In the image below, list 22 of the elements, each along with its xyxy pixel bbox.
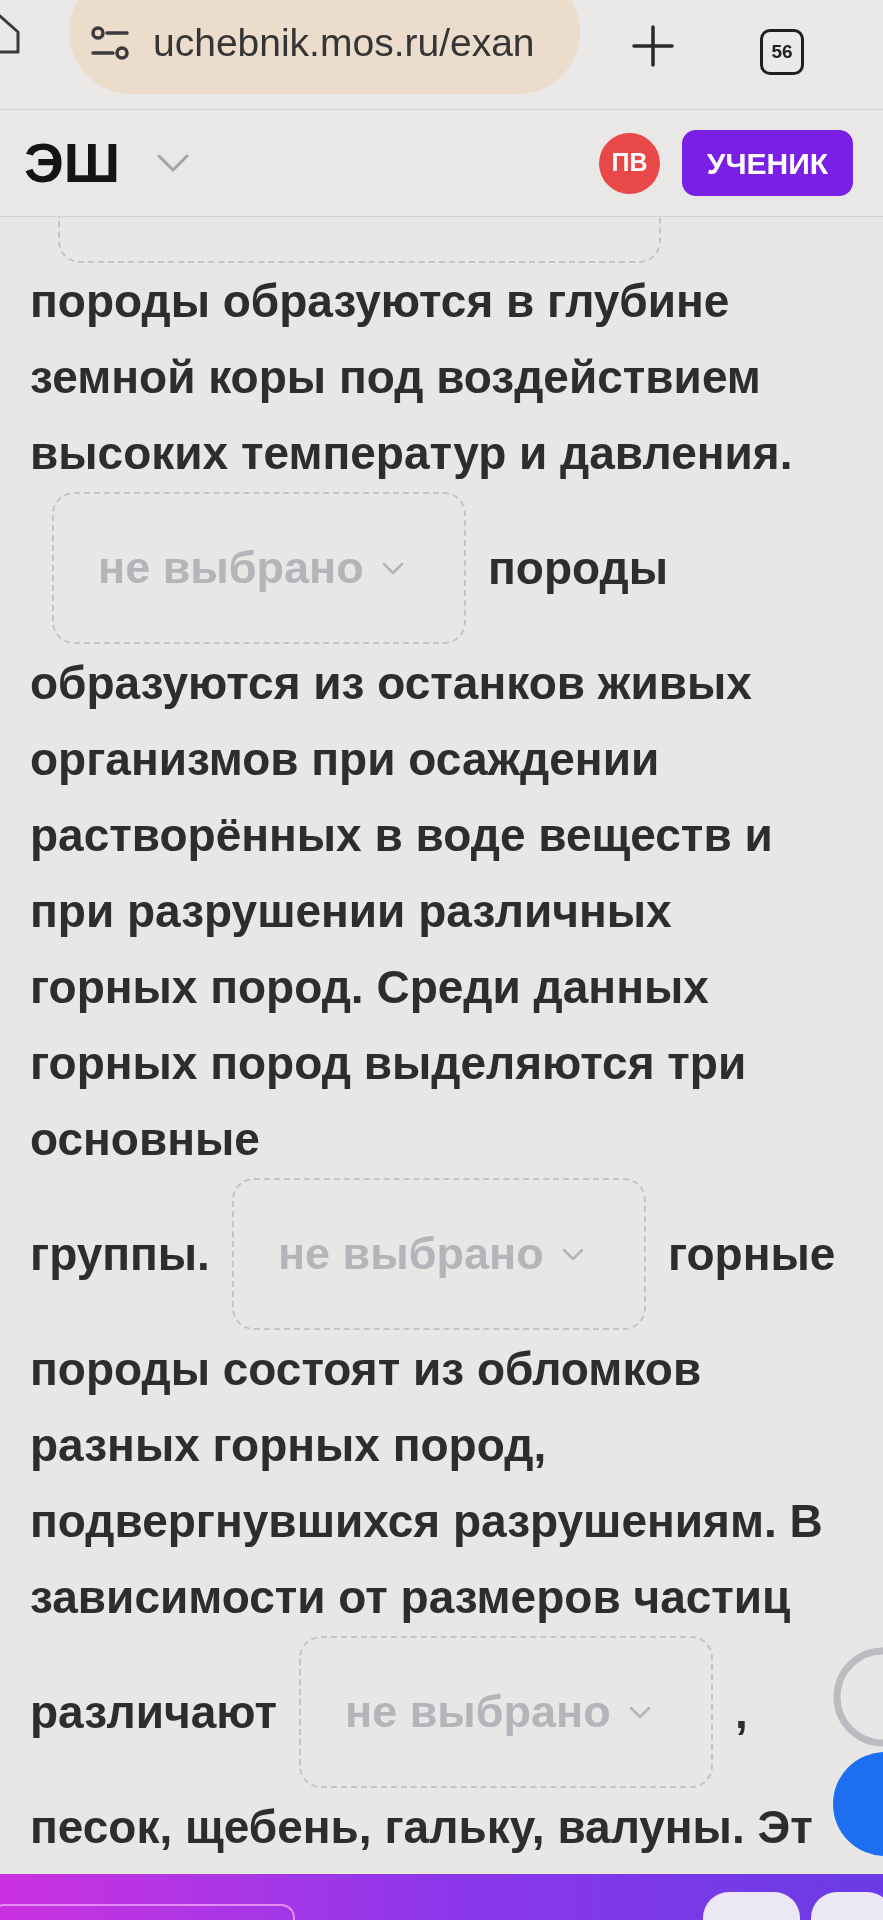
tab-count-button[interactable]: 56	[760, 29, 804, 75]
chevron-down-icon	[628, 1705, 651, 1719]
passage-text: горные	[667, 1226, 836, 1282]
passage-text: ,	[734, 1684, 748, 1740]
logo-text[interactable]: ЭШ	[24, 135, 121, 191]
dropdown-field[interactable]	[58, 217, 661, 263]
passage-text: песок, щебень, гальку, валуны. Эт	[30, 1800, 814, 1855]
passage-text: различают	[30, 1684, 277, 1740]
chevron-down-icon	[381, 561, 404, 575]
passage-text: группы.	[30, 1226, 210, 1282]
site-settings-icon[interactable]	[89, 26, 131, 60]
address-bar[interactable]: uchebnik.mos.ru/exan	[69, 0, 580, 94]
nav-button[interactable]	[811, 1892, 883, 1920]
passage-text: породы	[488, 540, 668, 596]
chevron-down-icon	[561, 1247, 584, 1261]
nav-button[interactable]	[703, 1892, 800, 1920]
passage-text: породы образуются в глубине земной коры под воздействием высоких температур и давления.	[30, 274, 794, 481]
role-button[interactable]: УЧЕНИК	[682, 130, 853, 196]
passage-text: образуются из останков живых организмов при осаждении растворённых в воде веществ и при разрушении различных горных пород. Среди данных горных пород выделяются три основные	[30, 656, 774, 1167]
avatar[interactable]: ПВ	[599, 132, 660, 194]
passage-text: породы состоят из обломков разных горных пород, подвергнувшихся разрушениям. В зависимости от размеров частиц	[30, 1342, 824, 1625]
plus-icon[interactable]	[632, 25, 674, 67]
